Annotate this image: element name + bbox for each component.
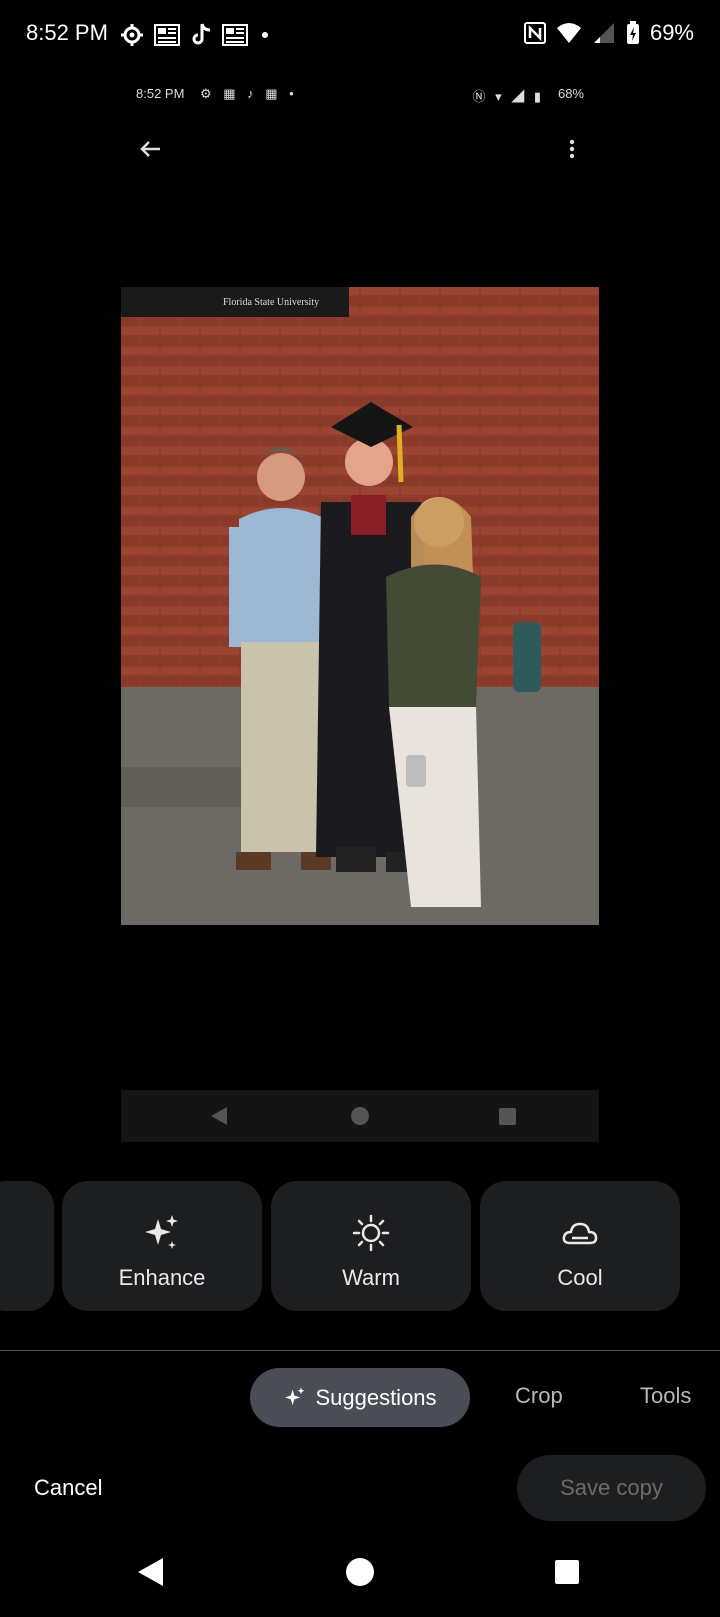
- tab-crop[interactable]: Crop: [515, 1383, 563, 1409]
- nav-home-icon[interactable]: [346, 1558, 374, 1586]
- more-options-icon[interactable]: [560, 134, 584, 164]
- suggestion-label: Cool: [557, 1265, 603, 1290]
- inner-nav-bar: [121, 1090, 599, 1142]
- inner-recents-icon: [499, 1108, 516, 1125]
- photo-preview: Florida State University: [121, 287, 599, 925]
- cloud-icon: [480, 1213, 680, 1258]
- nav-recents-icon[interactable]: [555, 1560, 579, 1584]
- suggestion-card-partial[interactable]: [0, 1181, 54, 1311]
- inner-status-icons: ⚙ ▦ ♪ ▦ •: [200, 86, 298, 101]
- inner-back-icon: [211, 1107, 227, 1125]
- tab-tools[interactable]: Tools: [640, 1383, 691, 1409]
- status-left-icons: [120, 22, 272, 48]
- news-icon: [154, 24, 180, 46]
- battery-percent: 69%: [649, 20, 694, 45]
- inner-battery-percent: 68%: [557, 86, 584, 101]
- tab-suggestions[interactable]: Suggestions: [250, 1368, 470, 1427]
- suggestion-card-warm[interactable]: Warm: [271, 1181, 471, 1311]
- inner-status-right-icons: Ⓝ ▾ ◢ ▮: [472, 89, 544, 104]
- photo-sign: Florida State University: [121, 287, 349, 317]
- suggestion-label: Warm: [342, 1265, 400, 1290]
- signal-icon: [593, 23, 614, 43]
- suggestion-card-cool[interactable]: Cool: [480, 1181, 680, 1311]
- news-icon-2: [222, 24, 248, 46]
- inner-status-time: 8:52 PM: [136, 86, 185, 101]
- svg-text:Florida State University: Florida State University: [223, 297, 319, 308]
- divider: [0, 1350, 720, 1351]
- save-copy-label: Save copy: [560, 1475, 663, 1500]
- sparkle-icon: [285, 1386, 306, 1405]
- status-bar: 8:52 PM 69%: [0, 0, 720, 70]
- status-time: 8:52 PM: [26, 20, 108, 45]
- inner-status-bar: 8:52 PM ⚙ ▦ ♪ ▦ • Ⓝ ▾ ◢ ▮ 68%: [136, 84, 584, 106]
- save-copy-button[interactable]: Save copy: [517, 1455, 706, 1521]
- wifi-icon: [556, 23, 581, 43]
- tab-suggestions-label: Suggestions: [315, 1384, 437, 1410]
- inner-home-icon: [351, 1107, 369, 1125]
- cancel-button[interactable]: Cancel: [34, 1475, 102, 1501]
- nav-back-icon[interactable]: [138, 1558, 163, 1586]
- suggestion-card-enhance[interactable]: Enhance: [62, 1181, 262, 1311]
- system-nav-bar: [0, 1540, 720, 1612]
- sparkle-icon: [62, 1213, 262, 1258]
- nfc-icon: [523, 22, 546, 44]
- suggestion-label: Enhance: [118, 1265, 206, 1290]
- dot-icon: [262, 32, 268, 38]
- battery-icon: [626, 21, 639, 44]
- gear-icon: [121, 24, 143, 46]
- status-right-icons: 69%: [523, 20, 694, 46]
- tiktok-icon: [192, 23, 211, 45]
- sun-icon: [271, 1213, 471, 1258]
- back-arrow-icon[interactable]: [136, 134, 166, 164]
